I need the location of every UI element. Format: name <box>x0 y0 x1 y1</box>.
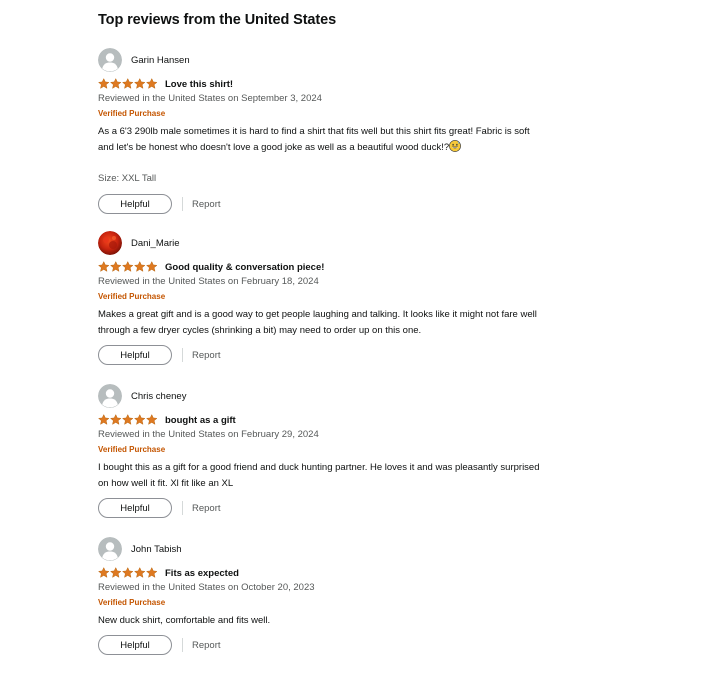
verified-purchase-badge[interactable]: Verified Purchase <box>98 290 638 304</box>
report-link[interactable]: Report <box>192 199 221 210</box>
star-icon <box>134 414 146 426</box>
reviewer-profile[interactable]: Chris cheney <box>98 384 638 408</box>
review-date: Reviewed in the United States on Februar… <box>98 429 319 440</box>
helpful-button[interactable]: Helpful <box>98 498 172 518</box>
reviewer-name[interactable]: John Tabish <box>131 544 182 555</box>
star-icon <box>110 414 122 426</box>
review-body-line: I bought this as a gift for a good frien… <box>98 462 540 473</box>
product-size: Size: XXL Tall <box>98 173 157 184</box>
helpful-button[interactable]: Helpful <box>98 194 172 214</box>
section-title: Top reviews from the United States <box>98 12 337 28</box>
reviewer-name[interactable]: Chris cheney <box>131 391 186 402</box>
star-icon <box>134 567 146 579</box>
review-title[interactable]: Love this shirt! <box>165 79 233 90</box>
star-rating[interactable] <box>98 414 158 426</box>
default-avatar-icon <box>98 537 122 561</box>
review-body-line: on how well it fit. Xl fit like an XL <box>98 478 234 489</box>
action-divider <box>182 197 183 211</box>
star-icon <box>110 78 122 90</box>
star-icon <box>110 261 122 273</box>
review-date: Reviewed in the United States on October… <box>98 582 315 593</box>
reviewer-name[interactable]: Dani_Marie <box>131 238 180 249</box>
star-icon <box>146 414 158 426</box>
review-body-line: New duck shirt, comfortable and fits wel… <box>98 615 271 626</box>
reviewer-profile[interactable]: Dani_Marie <box>98 231 638 255</box>
action-divider <box>182 638 183 652</box>
review-body-line: As a 6'3 290lb male sometimes it is hard… <box>98 126 530 137</box>
reviewer-profile[interactable]: Garin Hansen <box>98 48 638 72</box>
report-link[interactable]: Report <box>192 503 221 514</box>
review-date: Reviewed in the United States on Septemb… <box>98 93 322 104</box>
report-link[interactable]: Report <box>192 350 221 361</box>
review-card: Garin Hansen Love this shirt! Reviewed i… <box>98 48 638 214</box>
verified-purchase-badge[interactable]: Verified Purchase <box>98 596 638 610</box>
star-icon <box>122 567 134 579</box>
star-icon <box>122 414 134 426</box>
review-body: New duck shirt, comfortable and fits wel… <box>98 613 638 629</box>
review-body: Makes a great gift and is a good way to … <box>98 307 638 339</box>
review-body-line: Makes a great gift and is a good way to … <box>98 309 537 320</box>
star-rating[interactable] <box>98 261 158 273</box>
helpful-button[interactable]: Helpful <box>98 345 172 365</box>
star-icon <box>122 78 134 90</box>
star-icon <box>146 567 158 579</box>
star-icon <box>98 567 110 579</box>
action-divider <box>182 348 183 362</box>
star-icon <box>146 78 158 90</box>
review-title[interactable]: bought as a gift <box>165 415 236 426</box>
grinning-sweat-emoji-icon <box>449 140 462 158</box>
star-icon <box>134 78 146 90</box>
verified-purchase-badge[interactable]: Verified Purchase <box>98 107 638 121</box>
reviewer-profile[interactable]: John Tabish <box>98 537 638 561</box>
star-icon <box>134 261 146 273</box>
star-icon <box>98 261 110 273</box>
star-icon <box>98 78 110 90</box>
helpful-button[interactable]: Helpful <box>98 635 172 655</box>
photo-avatar-icon <box>98 231 122 255</box>
review-card: Chris cheney bought as a gift Reviewed i… <box>98 384 638 518</box>
review-card: John Tabish Fits as expected Reviewed in… <box>98 537 638 655</box>
review-body-line: and let's be honest who doesn't love a g… <box>98 140 638 158</box>
review-date: Reviewed in the United States on Februar… <box>98 276 319 287</box>
review-card: Dani_Marie Good quality & conversation p… <box>98 231 638 365</box>
star-icon <box>146 261 158 273</box>
star-rating[interactable] <box>98 567 158 579</box>
review-body: As a 6'3 290lb male sometimes it is hard… <box>98 124 638 158</box>
star-icon <box>110 567 122 579</box>
report-link[interactable]: Report <box>192 640 221 651</box>
review-title[interactable]: Fits as expected <box>165 568 239 579</box>
star-icon <box>98 414 110 426</box>
reviewer-name[interactable]: Garin Hansen <box>131 55 190 66</box>
star-rating[interactable] <box>98 78 158 90</box>
default-avatar-icon <box>98 48 122 72</box>
default-avatar-icon <box>98 384 122 408</box>
review-title[interactable]: Good quality & conversation piece! <box>165 262 324 273</box>
verified-purchase-badge[interactable]: Verified Purchase <box>98 443 638 457</box>
review-body-line: through a few dryer cycles (shrinking a … <box>98 325 422 336</box>
review-body: I bought this as a gift for a good frien… <box>98 460 638 492</box>
star-icon <box>122 261 134 273</box>
action-divider <box>182 501 183 515</box>
